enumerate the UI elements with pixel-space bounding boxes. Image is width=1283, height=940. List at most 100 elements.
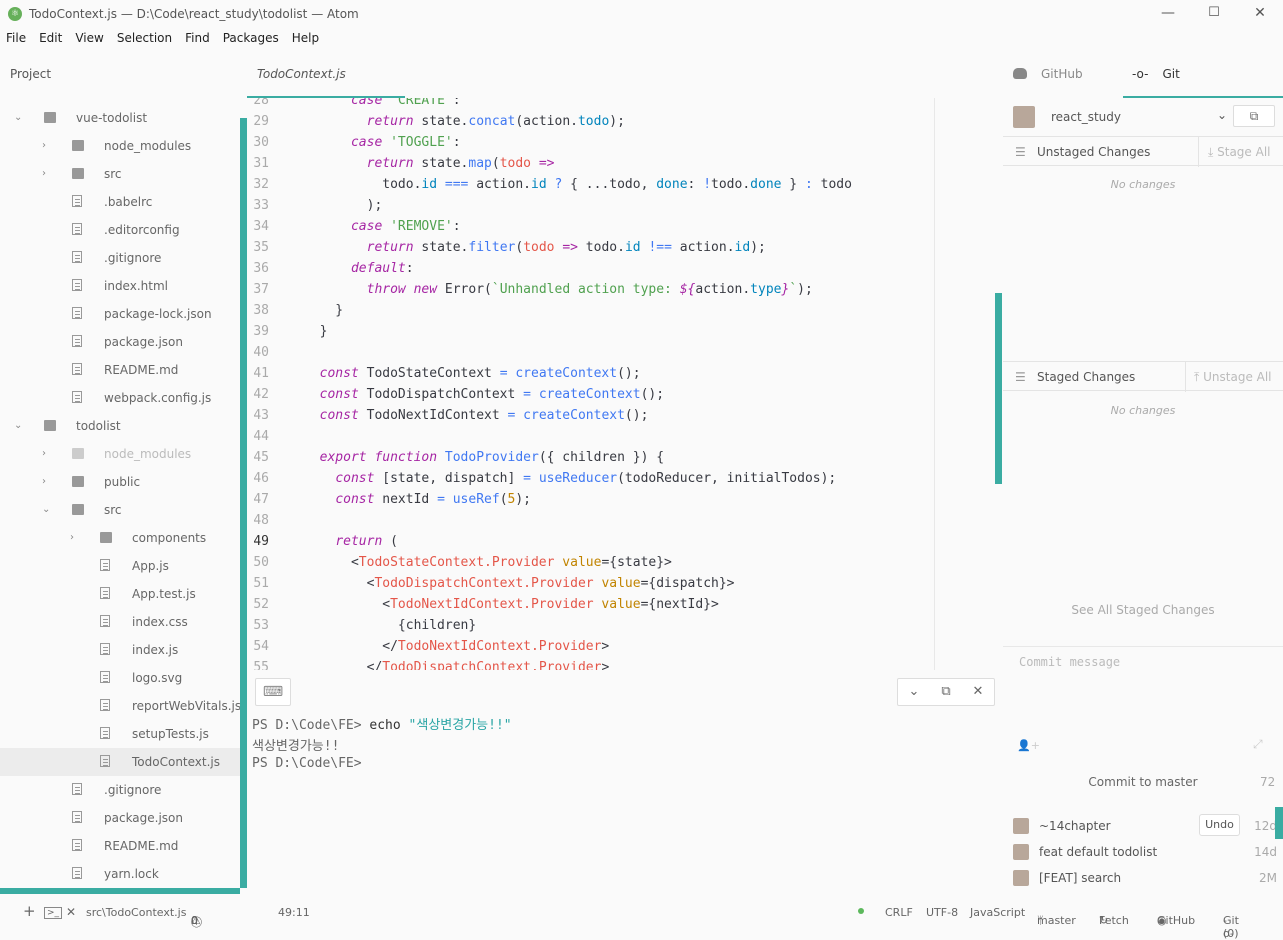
tree-folder[interactable]: › components: [0, 524, 240, 552]
tree-file[interactable]: .gitignore: [0, 244, 240, 272]
tab-github[interactable]: GitHub: [1013, 67, 1083, 81]
repo-options-button[interactable]: ⧉: [1233, 105, 1275, 127]
tree-file[interactable]: TodoContext.js: [0, 748, 240, 776]
menu-edit[interactable]: Edit: [33, 29, 69, 47]
grammar[interactable]: JavaScript: [970, 906, 1025, 919]
tree-file[interactable]: setupTests.js: [0, 720, 240, 748]
chevron-right-icon[interactable]: ›: [42, 168, 52, 179]
code-line: 41 const TodoStateContext = createContex…: [247, 363, 935, 384]
line-ending[interactable]: CRLF: [885, 906, 913, 919]
line-number: 40: [253, 345, 269, 360]
add-coauthor-icon[interactable]: 👤+: [1017, 739, 1040, 752]
undo-commit-button[interactable]: Undo: [1199, 814, 1240, 836]
tree-file[interactable]: index.html: [0, 272, 240, 300]
git-scrollbar[interactable]: [995, 293, 1002, 484]
tree-file[interactable]: index.js: [0, 636, 240, 664]
menu-view[interactable]: View: [69, 29, 110, 47]
chevron-right-icon[interactable]: ›: [42, 140, 52, 151]
menu-find[interactable]: Find: [179, 29, 217, 47]
close-terminal-icon[interactable]: ✕: [962, 684, 994, 699]
tab-project[interactable]: Project: [10, 67, 51, 81]
tree-horizontal-scrollbar[interactable]: [0, 888, 240, 894]
stage-all-button[interactable]: ⤓ Stage All: [1208, 145, 1271, 160]
tree-file[interactable]: README.md: [0, 832, 240, 860]
window-title: TodoContext.js — D:\Code\react_study\tod…: [29, 7, 359, 21]
chevron-down-icon[interactable]: ⌄: [1217, 108, 1227, 122]
tree-file[interactable]: package.json: [0, 804, 240, 832]
list-icon: ☰: [1015, 145, 1026, 159]
recent-commit[interactable]: [FEAT] search 2M: [1003, 866, 1283, 892]
tree-file[interactable]: .babelrc: [0, 188, 240, 216]
menu-packages[interactable]: Packages: [217, 29, 286, 47]
terminal-icon[interactable]: >_: [44, 907, 63, 919]
line-number: 28: [253, 98, 269, 108]
chevron-down-icon[interactable]: ⌄: [898, 684, 930, 699]
file-icon: [72, 335, 82, 347]
minimize-button[interactable]: —: [1158, 5, 1178, 23]
recent-commit[interactable]: feat default todolist 14d: [1003, 840, 1283, 866]
status-file-path[interactable]: src\TodoContext.js: [86, 906, 186, 919]
code-text: );: [304, 198, 383, 213]
tree-folder[interactable]: ⌄ src: [0, 496, 240, 524]
status-bar: + >_ ✕ src\TodoContext.js ⓘ 0 ⚠ 0 ⓘ 0 49…: [0, 898, 1283, 940]
menu-help[interactable]: Help: [286, 29, 326, 47]
maximize-terminal-icon[interactable]: ⧉: [930, 684, 962, 699]
tree-item-label: src: [104, 503, 122, 517]
avatar: [1013, 818, 1029, 834]
tree-item-label: reportWebVitals.js: [132, 699, 240, 713]
recent-commits-scrollbar[interactable]: [1275, 807, 1283, 839]
folder-icon: [44, 420, 56, 431]
encoding[interactable]: UTF-8: [926, 906, 958, 919]
chevron-down-icon[interactable]: ⌄: [14, 112, 24, 123]
commit-message-input[interactable]: Commit message: [1019, 655, 1120, 669]
close-button[interactable]: ✕: [1250, 5, 1270, 23]
unstage-all-button[interactable]: ⤒ Unstage All: [1194, 370, 1272, 385]
see-all-staged-link[interactable]: See All Staged Changes: [1003, 603, 1283, 617]
atom-logo-icon: ⚛: [8, 7, 22, 21]
chevron-right-icon[interactable]: ›: [70, 532, 80, 543]
cursor-position[interactable]: 49:11: [278, 906, 310, 919]
tree-file[interactable]: reportWebVitals.js: [0, 692, 240, 720]
code-text: return state.map(todo =>: [366, 156, 555, 171]
tree-folder[interactable]: › node_modules: [0, 132, 240, 160]
commit-button[interactable]: Commit to master: [1003, 775, 1283, 789]
tree-folder[interactable]: › public: [0, 468, 240, 496]
tree-file[interactable]: App.js: [0, 552, 240, 580]
expand-commit-icon[interactable]: ⤢: [1253, 737, 1263, 752]
tab-git[interactable]: -o- Git: [1132, 67, 1180, 81]
tree-file[interactable]: package-lock.json: [0, 300, 240, 328]
tree-folder[interactable]: › src: [0, 160, 240, 188]
close-icon[interactable]: ✕: [66, 905, 76, 919]
maximize-button[interactable]: ☐: [1204, 5, 1224, 23]
keyboard-icon[interactable]: ⌨: [255, 678, 291, 706]
add-icon[interactable]: +: [23, 902, 36, 920]
tree-scrollbar[interactable]: [240, 118, 247, 888]
tree-folder[interactable]: › node_modules: [0, 440, 240, 468]
recent-commit[interactable]: ~14chapter Undo 12d: [1003, 814, 1283, 840]
menu-file[interactable]: File: [0, 29, 33, 47]
chevron-down-icon[interactable]: ⌄: [14, 420, 24, 431]
menu-selection[interactable]: Selection: [111, 29, 179, 47]
tree-file[interactable]: .gitignore: [0, 776, 240, 804]
tab-todocontext[interactable]: TodoContext.js: [257, 67, 346, 81]
terminal-line: 색상변경가능!!: [252, 739, 340, 754]
tree-file[interactable]: .editorconfig: [0, 216, 240, 244]
tree-file[interactable]: README.md: [0, 356, 240, 384]
terminal[interactable]: PS D:\Code\FE> echo "색상변경가능!!" 색상변경가능!! …: [247, 714, 997, 884]
repo-selector[interactable]: react_study: [1051, 110, 1121, 124]
tree-file[interactable]: package.json: [0, 328, 240, 356]
chevron-right-icon[interactable]: ›: [42, 448, 52, 459]
terminal-controls: ⌄ ⧉ ✕: [897, 678, 995, 706]
tree-file[interactable]: App.test.js: [0, 580, 240, 608]
code-editor[interactable]: 28 case 'CREATE': 29 return state.concat(…: [247, 98, 935, 670]
code-line: 32 todo.id === action.id ? { ...todo, do…: [247, 174, 935, 195]
tree-file[interactable]: logo.svg: [0, 664, 240, 692]
tree-folder[interactable]: ⌄ todolist: [0, 412, 240, 440]
tree-file[interactable]: yarn.lock: [0, 860, 240, 888]
tree-folder[interactable]: ⌄ vue-todolist: [0, 104, 240, 132]
tree-file[interactable]: webpack.config.js: [0, 384, 240, 412]
tree-file[interactable]: index.css: [0, 608, 240, 636]
code-line: 42 const TodoDispatchContext = createCon…: [247, 384, 935, 405]
chevron-right-icon[interactable]: ›: [42, 476, 52, 487]
chevron-down-icon[interactable]: ⌄: [42, 504, 52, 515]
